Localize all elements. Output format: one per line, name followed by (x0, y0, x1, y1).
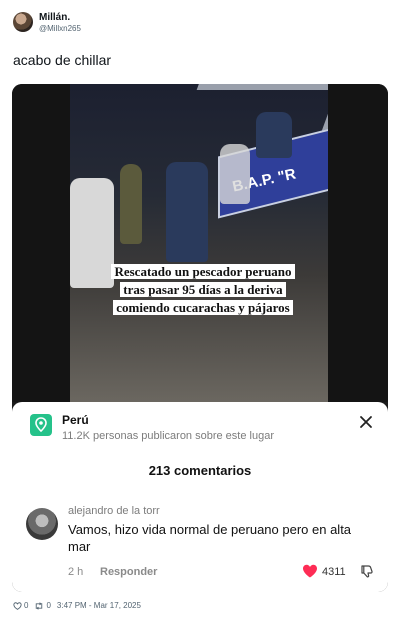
location-title[interactable]: Perú (62, 413, 89, 427)
heart-outline-icon (13, 601, 22, 610)
caption-line: tras pasar 95 días a la deriva (120, 282, 286, 297)
location-subtitle: 11.2K personas publicaron sobre este lug… (62, 430, 274, 442)
video-caption: Rescatado un pescador peruano tras pasar… (98, 263, 308, 317)
heart-icon[interactable] (302, 564, 318, 578)
retweet-count: 0 (46, 601, 51, 610)
tweet-text: acabo de chillar (13, 52, 112, 68)
display-name[interactable]: Millán. (39, 12, 70, 23)
caption-line: Rescatado un pescador peruano (111, 264, 295, 279)
retweet-icon (36, 601, 43, 610)
user-handle[interactable]: @Millxn265 (39, 24, 81, 33)
close-icon[interactable] (358, 414, 374, 430)
comment-like-count: 4311 (322, 566, 346, 578)
person-figure (166, 162, 208, 262)
person-figure (120, 164, 142, 244)
caption-line: comiendo cucarachas y pájaros (113, 300, 293, 315)
tweet-timestamp[interactable]: 3:47 PM - Mar 17, 2025 (57, 601, 141, 610)
comments-sheet: Perú 11.2K personas publicaron sobre est… (12, 402, 388, 592)
map-pin-icon[interactable] (30, 414, 52, 436)
embedded-screenshot[interactable]: B.A.P. "R Rescatado un pescador peruano … (12, 84, 388, 592)
commenter-avatar[interactable] (26, 508, 58, 540)
person-figure (256, 112, 292, 158)
like-stat[interactable]: 0 (13, 601, 28, 610)
like-count: 0 (24, 601, 29, 610)
dislike-icon[interactable] (360, 564, 374, 578)
video-scene: B.A.P. "R (70, 84, 328, 402)
avatar[interactable] (13, 12, 33, 32)
comments-count: 213 comentarios (148, 463, 252, 478)
tweet-meta: 0 0 3:47 PM - Mar 17, 2025 (13, 601, 141, 610)
comment-text: Vamos, hizo vida normal de peruano pero … (68, 522, 352, 554)
person-figure (220, 144, 250, 204)
reply-button[interactable]: Responder (100, 566, 157, 578)
video-frame[interactable]: B.A.P. "R Rescatado un pescador peruano … (12, 84, 388, 402)
retweet-stat[interactable]: 0 (34, 601, 51, 610)
comment-time: 2 h (68, 566, 84, 578)
comment-username[interactable]: alejandro de la torr (68, 505, 160, 517)
